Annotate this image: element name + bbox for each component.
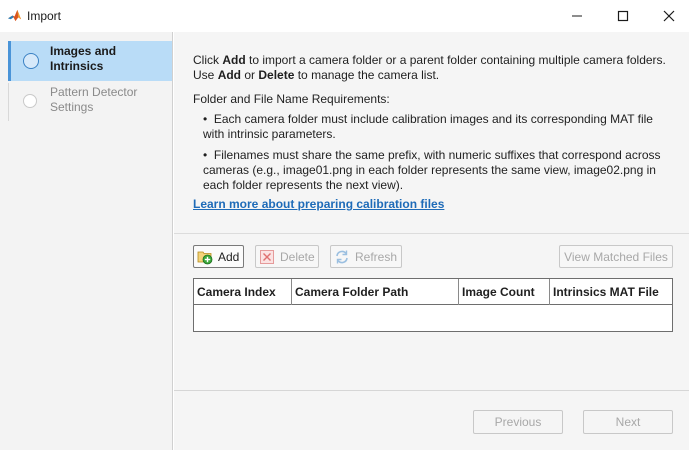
view-matched-files-button[interactable]: View Matched Files bbox=[559, 245, 673, 268]
nav-item-images-intrinsics[interactable]: Images and Intrinsics bbox=[8, 41, 172, 81]
delete-button[interactable]: Delete bbox=[255, 245, 319, 268]
add-button[interactable]: Add bbox=[193, 245, 244, 268]
learn-more-link[interactable]: Learn more about preparing calibration f… bbox=[193, 197, 444, 211]
add-folder-icon bbox=[197, 251, 213, 264]
refresh-icon bbox=[336, 250, 348, 263]
column-header-camera-index[interactable]: Camera Index bbox=[194, 279, 292, 305]
maximize-button[interactable] bbox=[600, 0, 646, 32]
footer-bar: Previous Next bbox=[174, 390, 689, 450]
maximize-icon bbox=[617, 10, 629, 22]
column-header-intrinsics-mat-file[interactable]: Intrinsics MAT File bbox=[550, 279, 672, 305]
close-button[interactable] bbox=[646, 0, 689, 32]
step-navigation: Images and Intrinsics Pattern Detector S… bbox=[0, 32, 173, 450]
step-inactive-icon bbox=[23, 94, 37, 108]
column-header-camera-folder-path[interactable]: Camera Folder Path bbox=[292, 279, 459, 305]
next-button[interactable]: Next bbox=[583, 410, 673, 434]
delete-button-label: Delete bbox=[280, 249, 315, 264]
camera-table[interactable]: Camera Index Camera Folder Path Image Co… bbox=[193, 278, 673, 332]
window-title: Import bbox=[27, 9, 62, 23]
title-bar: Import bbox=[0, 0, 689, 32]
main-panel: Click Add to import a camera folder or a… bbox=[174, 32, 689, 390]
minimize-button[interactable] bbox=[554, 0, 600, 32]
divider bbox=[174, 233, 689, 234]
nav-item-label: Pattern Detector Settings bbox=[50, 85, 138, 114]
refresh-button-label: Refresh bbox=[355, 249, 398, 264]
close-icon bbox=[663, 10, 675, 22]
refresh-button[interactable]: Refresh bbox=[330, 245, 402, 268]
requirements-heading: Folder and File Name Requirements: bbox=[193, 92, 390, 106]
previous-button[interactable]: Previous bbox=[473, 410, 563, 434]
nav-item-label: Images and Intrinsics bbox=[50, 44, 117, 73]
nav-item-pattern-detector[interactable]: Pattern Detector Settings bbox=[8, 83, 172, 121]
table-header: Camera Index Camera Folder Path Image Co… bbox=[194, 279, 672, 305]
bullet-icon: • bbox=[203, 112, 214, 126]
bullet-icon: • bbox=[203, 148, 214, 162]
matlab-logo-icon bbox=[7, 8, 22, 23]
minimize-icon bbox=[572, 15, 582, 17]
requirement-bullet: • Each camera folder must include calibr… bbox=[203, 112, 653, 141]
intro-text: Click Add to import a camera folder or a… bbox=[193, 53, 666, 82]
delete-icon bbox=[260, 249, 274, 264]
add-button-label: Add bbox=[218, 249, 240, 264]
step-active-icon bbox=[23, 53, 39, 69]
requirement-bullet: • Filenames must share the same prefix, … bbox=[203, 148, 661, 192]
column-header-image-count[interactable]: Image Count bbox=[459, 279, 550, 305]
